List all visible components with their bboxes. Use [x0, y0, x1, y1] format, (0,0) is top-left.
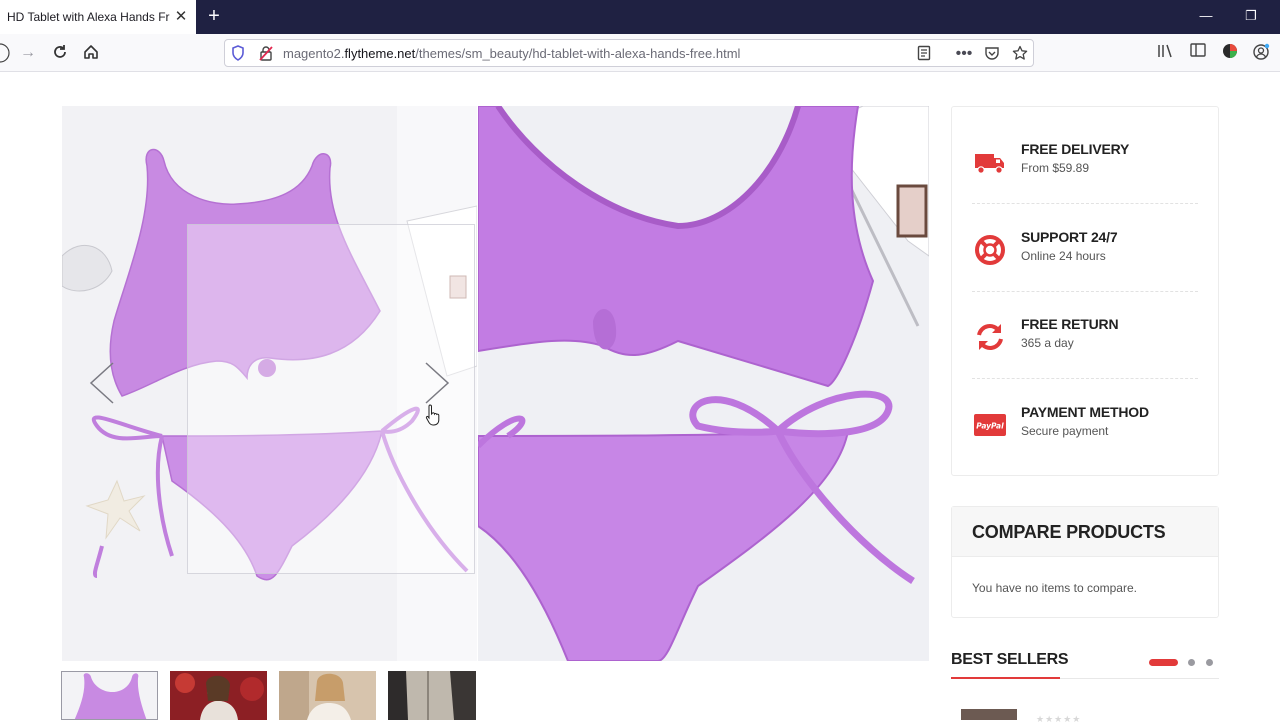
lifebuoy-icon — [974, 234, 1006, 266]
compare-title: COMPARE PRODUCTS — [972, 522, 1166, 542]
sidebar-toggle-icon[interactable] — [1188, 43, 1208, 63]
divider — [972, 291, 1198, 292]
service-title: FREE RETURN — [1021, 316, 1119, 332]
bookmark-star-icon[interactable] — [1011, 45, 1029, 63]
service-subtitle: Online 24 hours — [1021, 249, 1106, 263]
service-title: PAYMENT METHOD — [1021, 404, 1149, 420]
service-subtitle: Secure payment — [1021, 424, 1109, 438]
reader-view-icon[interactable] — [915, 45, 933, 63]
address-bar[interactable]: magento2.flytheme.net/themes/sm_beauty/h… — [224, 39, 1034, 67]
forward-button-icon[interactable]: → — [18, 43, 38, 63]
divider — [972, 378, 1198, 379]
library-icon[interactable] — [1156, 43, 1176, 63]
service-title: FREE DELIVERY — [1021, 141, 1130, 157]
divider — [972, 203, 1198, 204]
service-title: SUPPORT 24/7 — [1021, 229, 1118, 245]
thumbnail-1[interactable] — [61, 671, 158, 720]
product-main-image[interactable] — [62, 106, 477, 661]
extension-icon[interactable] — [1220, 43, 1240, 63]
thumbnail-strip — [61, 671, 481, 720]
zoomed-product-image — [478, 106, 929, 661]
minimize-window-icon[interactable]: — — [1198, 8, 1214, 24]
account-icon[interactable] — [1251, 43, 1271, 63]
browser-tab-bar: HD Tablet with Alexa Hands Fre ✕ + — ❐ — [0, 0, 1280, 34]
best-seller-thumbnail[interactable] — [961, 709, 1017, 720]
zoomed-bikini-photo — [478, 106, 929, 661]
service-payment-method: PayPal PAYMENT METHOD Secure payment — [972, 397, 1200, 457]
back-button-icon[interactable] — [0, 43, 14, 63]
new-tab-button[interactable]: + — [204, 6, 224, 26]
prev-image-arrow-icon[interactable] — [87, 360, 117, 406]
compare-empty-text: You have no items to compare. — [972, 581, 1137, 595]
compare-header: COMPARE PRODUCTS — [952, 507, 1218, 557]
service-free-return: FREE RETURN 365 a day — [972, 309, 1200, 369]
service-subtitle: 365 a day — [1021, 336, 1074, 350]
service-subtitle: From $59.89 — [1021, 161, 1090, 175]
refresh-icon — [974, 321, 1006, 353]
tab-title: HD Tablet with Alexa Hands Fre — [7, 10, 170, 24]
compare-products-block: COMPARE PRODUCTS You have no items to co… — [951, 506, 1219, 618]
thumbnail-3[interactable] — [279, 671, 376, 720]
slider-dot[interactable] — [1206, 659, 1213, 666]
best-sellers-title: BEST SELLERS — [951, 651, 1069, 668]
insecure-lock-icon[interactable] — [257, 45, 275, 63]
slider-dot-active[interactable] — [1149, 659, 1178, 666]
restore-window-icon[interactable]: ❐ — [1243, 8, 1259, 24]
home-icon[interactable] — [81, 43, 101, 63]
services-box: FREE DELIVERY From $59.89 SUPPORT 24/7 O… — [951, 106, 1219, 476]
browser-tab-active[interactable]: HD Tablet with Alexa Hands Fre ✕ — [0, 0, 196, 34]
thumbnail-4[interactable] — [388, 671, 476, 720]
pocket-icon[interactable] — [983, 45, 1001, 63]
tab-close-icon[interactable]: ✕ — [173, 9, 189, 25]
reload-icon[interactable] — [50, 43, 70, 63]
hand-cursor-icon — [425, 403, 443, 427]
thumbnail-2[interactable] — [170, 671, 267, 720]
url-text: magento2.flytheme.net/themes/sm_beauty/h… — [283, 46, 741, 61]
truck-icon — [974, 146, 1006, 178]
service-free-delivery: FREE DELIVERY From $59.89 — [972, 134, 1200, 194]
next-image-arrow-icon[interactable] — [422, 360, 452, 406]
service-support: SUPPORT 24/7 Online 24 hours — [972, 222, 1200, 282]
svg-text:PayPal: PayPal — [976, 422, 1004, 431]
browser-nav-bar: → magento2.flytheme.net/themes/sm_beauty… — [0, 34, 1280, 72]
best-sellers-accent-line — [951, 677, 1060, 679]
more-actions-icon[interactable]: ••• — [955, 45, 973, 63]
paypal-icon: PayPal — [974, 409, 1006, 441]
slider-dot[interactable] — [1188, 659, 1195, 666]
tracking-shield-icon[interactable] — [229, 45, 247, 63]
